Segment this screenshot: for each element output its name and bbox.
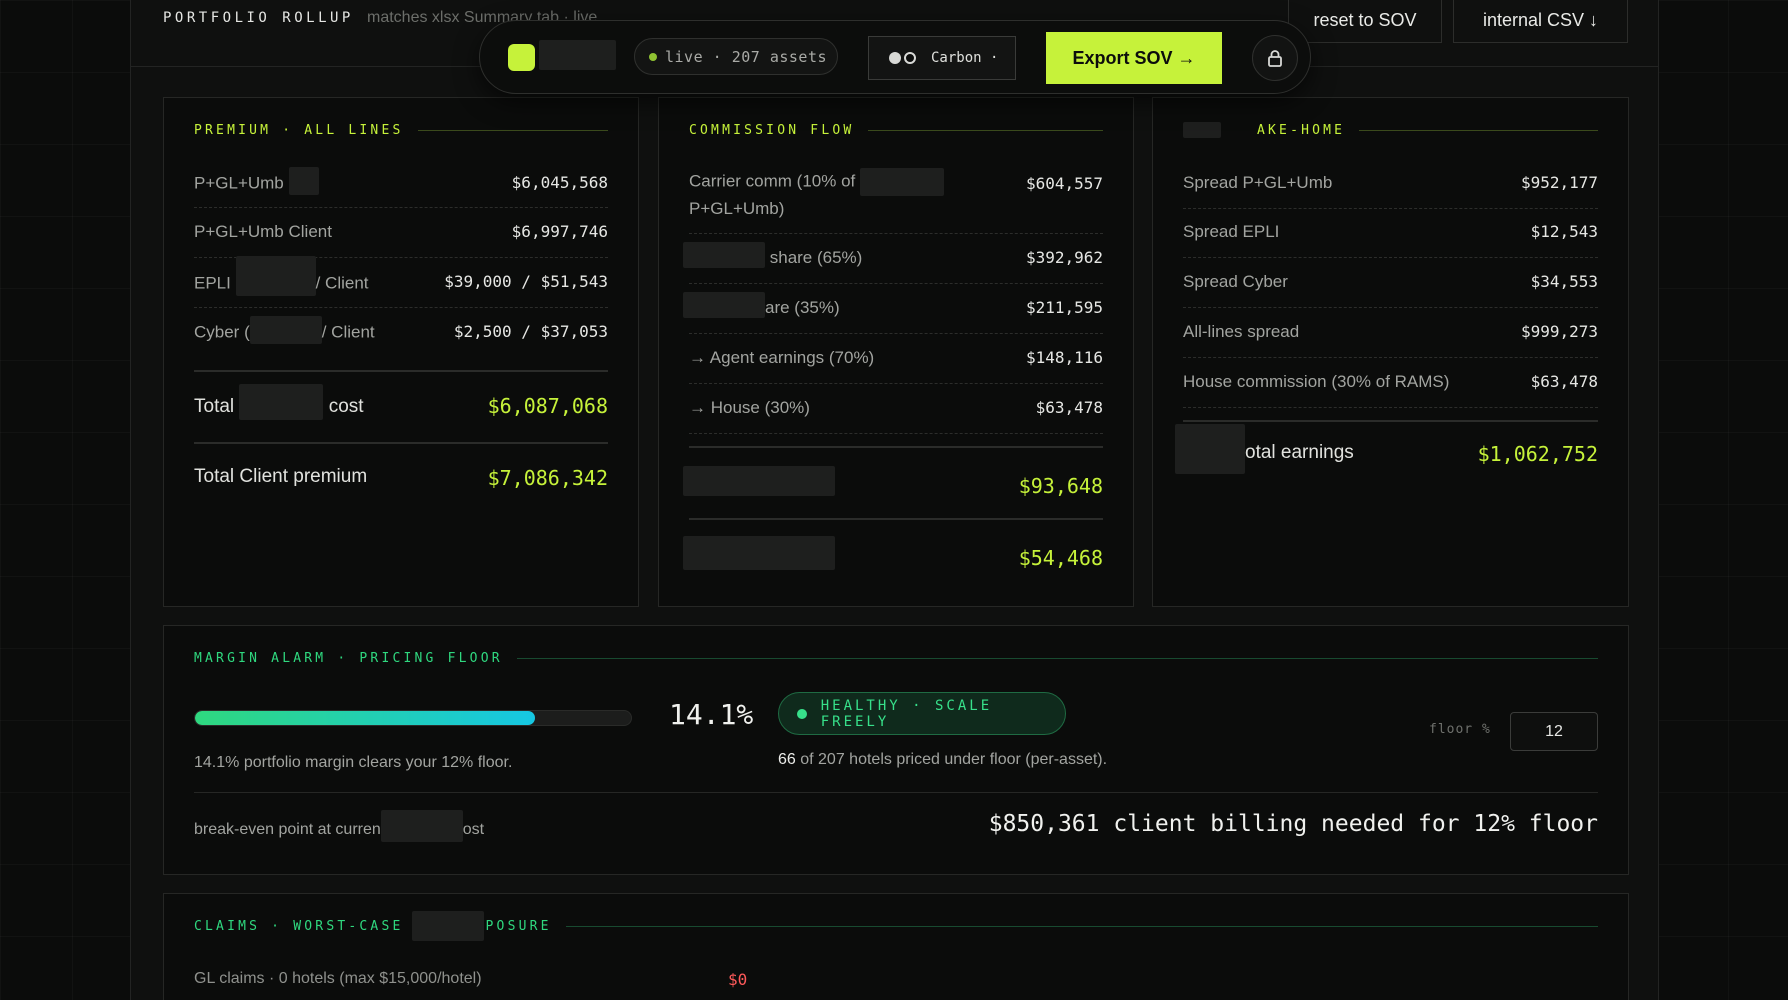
claims-heading: CLAIMS · WORST-CASE POSURE [194, 911, 1598, 941]
commission-card: COMMISSION FLOW Carrier comm (10% of P+G… [658, 97, 1134, 607]
premium-total-client: Total Client premium $7,086,342 [194, 466, 608, 490]
takehome-total: otal earnings $1,062,752 [1175, 424, 1598, 482]
breakeven-value: $850,361 client billing needed for 12% f… [988, 811, 1598, 837]
takehome-card: AKE-HOME Spread P+GL+Umb $952,177 Spread… [1152, 97, 1629, 607]
commission-row-carrier: Carrier comm (10% of P+GL+Umb) $604,557 [689, 168, 1103, 234]
margin-progress-fill [195, 711, 536, 725]
margin-progress-bar [194, 710, 632, 726]
floor-label: floor % [1429, 722, 1491, 737]
commission-row-agent: → Agent earnings (70%) $148,116 [689, 348, 1103, 384]
page-title: PORTFOLIO ROLLUP [163, 10, 354, 26]
lock-button[interactable] [1252, 35, 1298, 81]
commission-total-b: $54,468 [683, 536, 1103, 586]
commission-heading: COMMISSION FLOW [689, 122, 1103, 138]
gl-claims-label: GL claims · 0 hotels (max $15,000/hotel) [194, 970, 482, 987]
toggle-icon [889, 51, 921, 65]
commission-row-house: → House (30%) $63,478 [689, 398, 1103, 434]
margin-percent: 14.1% [669, 698, 754, 731]
commission-total-a: $93,648 [683, 466, 1103, 516]
floor-percent-input[interactable] [1510, 712, 1598, 751]
gl-claims-value: $0 [728, 970, 748, 989]
premium-card: PREMIUM · ALL LINES P+GL+Umb $6,045,568 … [163, 97, 639, 607]
takehome-row-spread-pgl: Spread P+GL+Umb $952,177 [1183, 173, 1598, 209]
premium-row-client: P+GL+Umb Client $6,997,746 [194, 222, 608, 258]
takehome-heading: AKE-HOME [1183, 122, 1598, 138]
takehome-row-all-lines: All-lines spread $999,273 [1183, 322, 1598, 358]
takehome-row-house: House commission (30% of RAMS) $63,478 [1183, 372, 1598, 408]
takehome-row-spread-epli: Spread EPLI $12,543 [1183, 222, 1598, 258]
floating-toolbar: live · 207 assets Carbon · Export SOV → [479, 20, 1311, 94]
margin-alarm-card: MARGIN ALARM · PRICING FLOOR 14.1% HEALT… [163, 625, 1629, 875]
takehome-row-spread-cyber: Spread Cyber $34,553 [1183, 272, 1598, 308]
premium-heading: PREMIUM · ALL LINES [194, 122, 608, 138]
internal-csv-button[interactable]: internal CSV ↓ [1453, 0, 1628, 43]
brand-name-redacted [539, 40, 616, 70]
export-sov-button[interactable]: Export SOV → [1046, 32, 1222, 84]
brand-logo-icon [508, 44, 535, 71]
margin-heading: MARGIN ALARM · PRICING FLOOR [194, 650, 1598, 666]
claims-card: CLAIMS · WORST-CASE POSURE GL claims · 0 … [163, 893, 1629, 1000]
premium-row-cyber: Cyber (/ Client $2,500 / $37,053 [194, 316, 608, 358]
status-dot-icon [797, 708, 807, 719]
premium-total-cost: Total cost $6,087,068 [194, 384, 608, 444]
lock-icon [1268, 50, 1282, 67]
premium-row-pglumb: P+GL+Umb $6,045,568 [194, 167, 608, 208]
reset-to-sov-button[interactable]: reset to SOV [1288, 0, 1442, 43]
live-dot-icon [649, 52, 657, 61]
live-status-pill: live · 207 assets [634, 38, 838, 75]
breakeven-label: break-even point at curren ost [194, 810, 484, 842]
margin-note: 14.1% portfolio margin clears your 12% f… [194, 754, 513, 771]
commission-row-share-35: are (35%) $211,595 [683, 291, 1103, 334]
hotels-under-floor-note: 66 of 207 hotels priced under floor (per… [778, 751, 1108, 768]
theme-toggle-button[interactable]: Carbon · [868, 36, 1016, 80]
app-shell: PORTFOLIO ROLLUP matches xlsx Summary ta… [130, 0, 1659, 1000]
premium-row-epli: EPLI / Client $39,000 / $51,543 [194, 256, 608, 308]
commission-row-share-65: share (65%) $392,962 [683, 241, 1103, 284]
margin-status-badge: HEALTHY · SCALE FREELY [778, 692, 1066, 735]
